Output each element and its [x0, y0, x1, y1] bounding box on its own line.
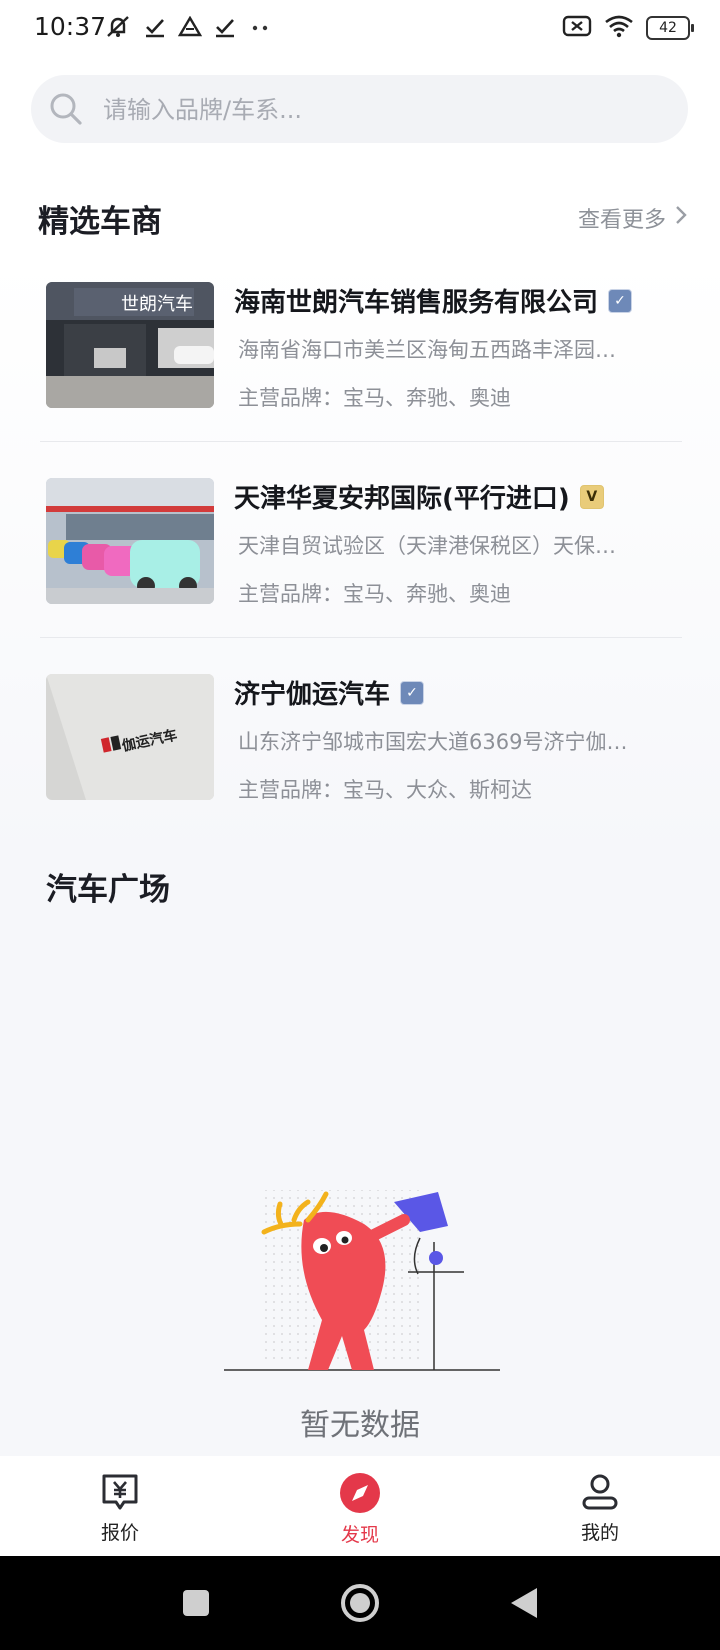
search-icon [49, 92, 83, 130]
drive-icon [178, 16, 202, 38]
tab-discover[interactable]: 发现 [300, 1472, 420, 1547]
more-dots-icon [248, 16, 272, 38]
dealer-address: 天津自贸试验区（天津港保税区）天保… [238, 534, 616, 558]
yuan-chat-icon [100, 1474, 140, 1516]
bottom-tab-bar: 报价 发现 我的 [0, 1456, 720, 1556]
dealer-address: 山东济宁邹城市国宏大道6369号济宁伽… [238, 730, 628, 754]
dealer-card[interactable]: 天津华夏安邦国际(平行进口) V 天津自贸试验区（天津港保税区）天保… 主营品牌… [40, 478, 682, 674]
compass-icon [339, 1473, 381, 1518]
dealer-name: 海南世朗汽车销售服务有限公司 [234, 288, 599, 318]
dealer-photo: 世朗汽车 [46, 282, 214, 408]
battery-icon: 42 [646, 16, 694, 40]
verified-badge-icon: ✓ [400, 680, 425, 705]
dealer-brands: 主营品牌：宝马、大众、斯柯达 [238, 778, 532, 802]
dealer-brands: 主营品牌：宝马、奔驰、奥迪 [238, 386, 511, 410]
sim-off-icon [562, 14, 592, 42]
status-bar: 10:37 42 [0, 0, 720, 56]
verified-badge-icon: ✓ [608, 288, 633, 313]
car-plaza-title: 汽车广场 [46, 872, 170, 908]
status-time: 10:37 [34, 12, 107, 41]
dealer-address: 海南省海口市美兰区海甸五西路丰泽园… [238, 338, 616, 362]
dealer-brands: 主营品牌：宝马、奔驰、奥迪 [238, 582, 511, 606]
dealer-card[interactable]: 世朗汽车 海南世朗汽车销售服务有限公司 ✓ 海南省海口市美兰区海甸五西路丰泽园…… [40, 282, 682, 478]
tab-discover-label: 发现 [340, 1524, 379, 1546]
featured-dealers-title: 精选车商 [38, 204, 162, 240]
dealer-name: 天津华夏安邦国际(平行进口) [234, 484, 570, 514]
search-bar[interactable] [31, 75, 688, 145]
wifi-icon [604, 14, 634, 42]
empty-state-text: 暂无数据 [300, 1408, 420, 1443]
vip-badge-icon: V [579, 484, 604, 509]
tab-mine[interactable]: 我的 [540, 1472, 660, 1545]
divider [40, 441, 682, 442]
system-nav-bar [0, 1556, 720, 1650]
check-icon [214, 16, 236, 38]
dealer-sign-text: 世朗汽车 [121, 294, 193, 315]
dealer-photo: 伽运汽车 [46, 674, 214, 800]
dealer-name: 济宁伽运汽车 [234, 680, 391, 710]
tab-mine-label: 我的 [580, 1522, 619, 1544]
back-button[interactable] [504, 1556, 544, 1650]
search-input[interactable] [101, 75, 665, 145]
tab-quote[interactable]: 报价 [60, 1472, 180, 1545]
empty-state-illustration [224, 1180, 504, 1378]
tab-quote-label: 报价 [100, 1522, 139, 1544]
recents-button[interactable] [176, 1556, 216, 1650]
dealer-photo [46, 478, 214, 604]
user-icon [580, 1474, 620, 1516]
divider [40, 637, 682, 638]
see-more-link[interactable]: 查看更多 [578, 202, 688, 234]
home-button[interactable] [336, 1556, 384, 1650]
mute-icon [104, 14, 132, 40]
check-icon [144, 16, 166, 38]
see-more-label: 查看更多 [577, 208, 666, 233]
dealer-card[interactable]: 伽运汽车 济宁伽运汽车 ✓ 山东济宁邹城市国宏大道6369号济宁伽… 主营品牌：… [40, 674, 682, 870]
chevron-right-icon [674, 204, 688, 232]
